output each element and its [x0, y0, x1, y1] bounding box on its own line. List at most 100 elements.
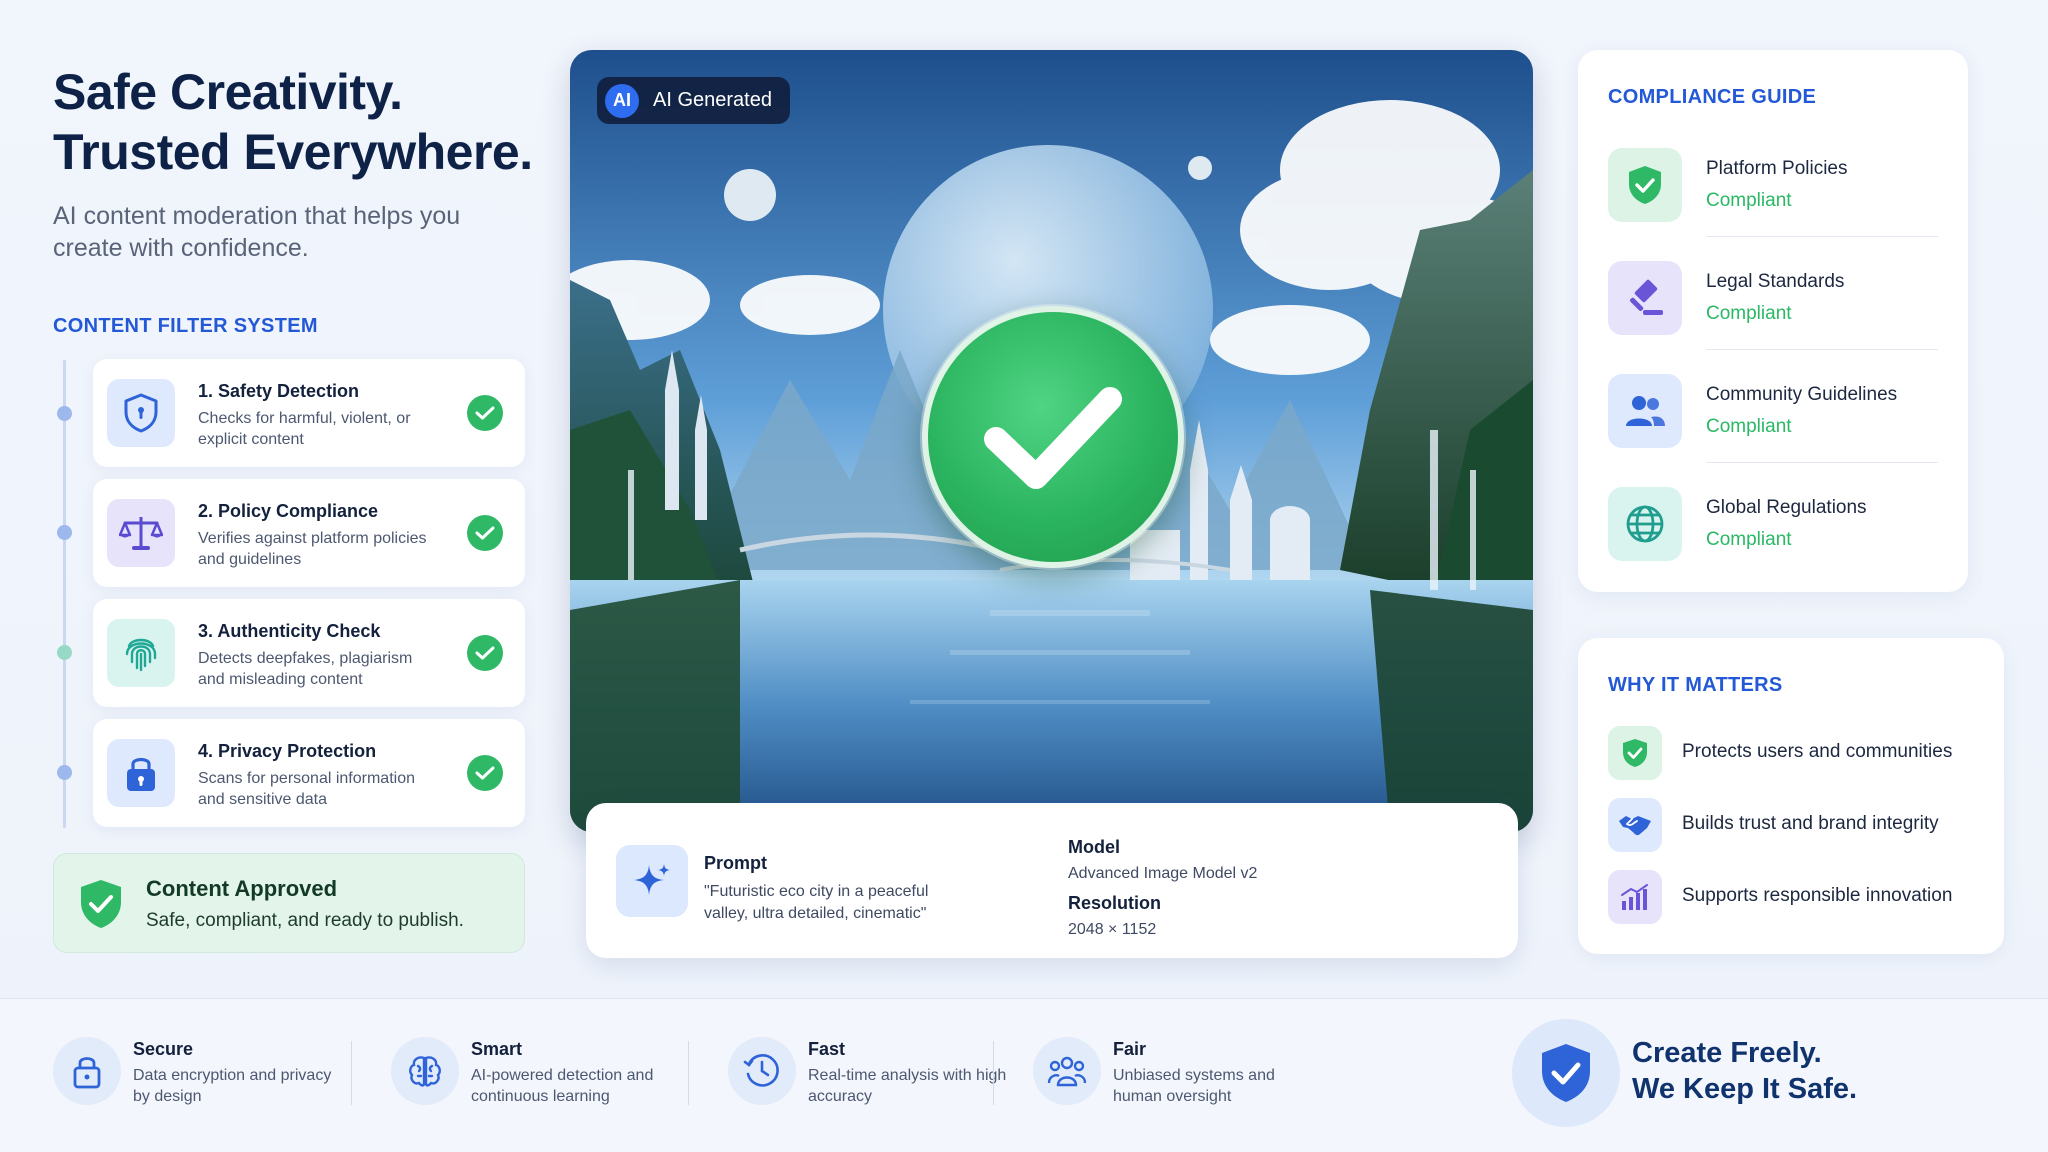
compliance-status: Compliant [1706, 529, 1792, 550]
globe-icon [1608, 487, 1682, 561]
gavel-icon [1608, 261, 1682, 335]
divider [351, 1041, 352, 1105]
ai-badge-label: AI Generated [653, 89, 772, 111]
filter-description: Checks for harmful, violent, or explicit… [198, 410, 411, 448]
feature-title: Secure [133, 1039, 194, 1059]
approved-title: Content Approved [146, 876, 338, 901]
compliance-item-platform[interactable]: Platform Policies Compliant [1608, 144, 1938, 224]
compliance-item-global[interactable]: Global Regulations Compliant [1608, 483, 1938, 563]
feature-description: Unbiased systems and human oversight [1113, 1067, 1275, 1105]
compliance-title: Platform Policies [1706, 158, 1848, 179]
model-label: Model [1068, 837, 1120, 857]
image-metadata-card: Prompt "Futuristic eco city in a peacefu… [586, 803, 1518, 958]
compliance-status: Compliant [1706, 190, 1792, 211]
feature-title: Fair [1113, 1039, 1147, 1059]
prompt-label: Prompt [704, 853, 767, 873]
timeline-line [63, 360, 66, 828]
feature-fast: Fast Real-time analysis with high accura… [728, 1037, 1006, 1117]
timeline-dot [57, 645, 72, 660]
divider [688, 1041, 689, 1105]
shield-check-icon [1512, 1019, 1620, 1127]
filter-card-privacy[interactable]: 4. Privacy Protection Scans for personal… [93, 719, 525, 827]
check-icon [467, 635, 503, 671]
shield-check-icon [1608, 148, 1682, 222]
divider [1706, 462, 1938, 463]
filter-title: 1. Safety Detection [198, 381, 360, 401]
why-text: Protects users and communities [1682, 741, 1953, 762]
fingerprint-icon [107, 619, 175, 687]
growth-chart-icon [1608, 870, 1662, 924]
team-icon [1033, 1037, 1101, 1105]
feature-description: AI-powered detection and continuous lear… [471, 1067, 654, 1105]
compliance-title: Community Guidelines [1706, 384, 1898, 405]
cta-line2: We Keep It Safe. [1632, 1073, 1858, 1105]
filter-description: Scans for personal information and sensi… [198, 770, 415, 808]
compliance-guide-panel: COMPLIANCE GUIDE Platform Policies Compl… [1578, 50, 1968, 592]
compliance-title: Global Regulations [1706, 497, 1867, 518]
feature-fair: Fair Unbiased systems and human oversigh… [1033, 1037, 1313, 1117]
why-it-matters-panel: WHY IT MATTERS Protects users and commun… [1578, 638, 2004, 954]
divider [1706, 236, 1938, 237]
compliance-status: Compliant [1706, 303, 1792, 324]
why-item-innovation: Supports responsible innovation [1608, 870, 1988, 924]
hero-title: Safe Creativity. Trusted Everywhere. [53, 62, 533, 182]
compliance-item-community[interactable]: Community Guidelines Compliant [1608, 370, 1938, 450]
filter-title: 4. Privacy Protection [198, 741, 377, 761]
feature-description: Real-time analysis with high accuracy [808, 1067, 1007, 1105]
prompt-text: "Futuristic eco city in a peaceful valle… [704, 883, 929, 922]
ai-generated-badge: AI AI Generated [597, 77, 790, 124]
content-filter-heading: CONTENT FILTER SYSTEM [53, 315, 318, 337]
feature-title: Smart [471, 1039, 523, 1059]
brain-icon [391, 1037, 459, 1105]
shield-check-icon [78, 878, 124, 935]
shield-icon [107, 379, 175, 447]
cta-tagline: Create Freely. We Keep It Safe. [1632, 1035, 1857, 1107]
why-text: Builds trust and brand integrity [1682, 813, 1939, 834]
model-value: Advanced Image Model v2 [1068, 865, 1258, 882]
feature-title: Fast [808, 1039, 846, 1059]
check-icon [467, 515, 503, 551]
compliance-item-legal[interactable]: Legal Standards Compliant [1608, 257, 1938, 337]
features-bar: Secure Data encryption and privacy by de… [0, 998, 2048, 1152]
feature-description: Data encryption and privacy by design [133, 1067, 332, 1105]
hero-title-line2: Trusted Everywhere. [53, 124, 533, 180]
divider [1706, 349, 1938, 350]
why-text: Supports responsible innovation [1682, 885, 1953, 906]
feature-secure: Secure Data encryption and privacy by de… [53, 1037, 331, 1117]
filter-title: 2. Policy Compliance [198, 501, 379, 521]
compliance-title: Legal Standards [1706, 271, 1845, 292]
filter-description: Verifies against platform policies and g… [198, 530, 427, 568]
check-icon [467, 755, 503, 791]
hero-title-line1: Safe Creativity. [53, 64, 403, 120]
divider [993, 1041, 994, 1105]
timeline-dot [57, 765, 72, 780]
handshake-icon [1608, 798, 1662, 852]
lock-icon [53, 1037, 121, 1105]
clock-icon [728, 1037, 796, 1105]
filter-card-policy[interactable]: 2. Policy Compliance Verifies against pl… [93, 479, 525, 587]
sparkle-icon [616, 845, 688, 917]
filter-card-authenticity[interactable]: 3. Authenticity Check Detects deepfakes,… [93, 599, 525, 707]
cta-line1: Create Freely. [1632, 1037, 1822, 1069]
people-icon [1608, 374, 1682, 448]
why-item-protects: Protects users and communities [1608, 726, 1988, 780]
approved-check-icon [922, 306, 1184, 568]
why-heading: WHY IT MATTERS [1608, 674, 1783, 696]
content-approved-card: Content Approved Safe, compliant, and re… [53, 853, 525, 953]
feature-smart: Smart AI-powered detection and continuou… [391, 1037, 671, 1117]
why-item-trust: Builds trust and brand integrity [1608, 798, 1988, 852]
scales-icon [107, 499, 175, 567]
hero-subtitle: AI content moderation that helps you cre… [53, 202, 461, 262]
filter-title: 3. Authenticity Check [198, 621, 381, 641]
timeline-dot [57, 525, 72, 540]
filter-description: Detects deepfakes, plagiarism and mislea… [198, 650, 413, 688]
lock-icon [107, 739, 175, 807]
approved-subtitle: Safe, compliant, and ready to publish. [146, 910, 464, 931]
compliance-heading: COMPLIANCE GUIDE [1608, 86, 1817, 108]
resolution-value: 2048 × 1152 [1068, 921, 1157, 938]
check-icon [467, 395, 503, 431]
resolution-label: Resolution [1068, 893, 1161, 913]
compliance-status: Compliant [1706, 416, 1792, 437]
shield-check-icon [1608, 726, 1662, 780]
filter-card-safety[interactable]: 1. Safety Detection Checks for harmful, … [93, 359, 525, 467]
